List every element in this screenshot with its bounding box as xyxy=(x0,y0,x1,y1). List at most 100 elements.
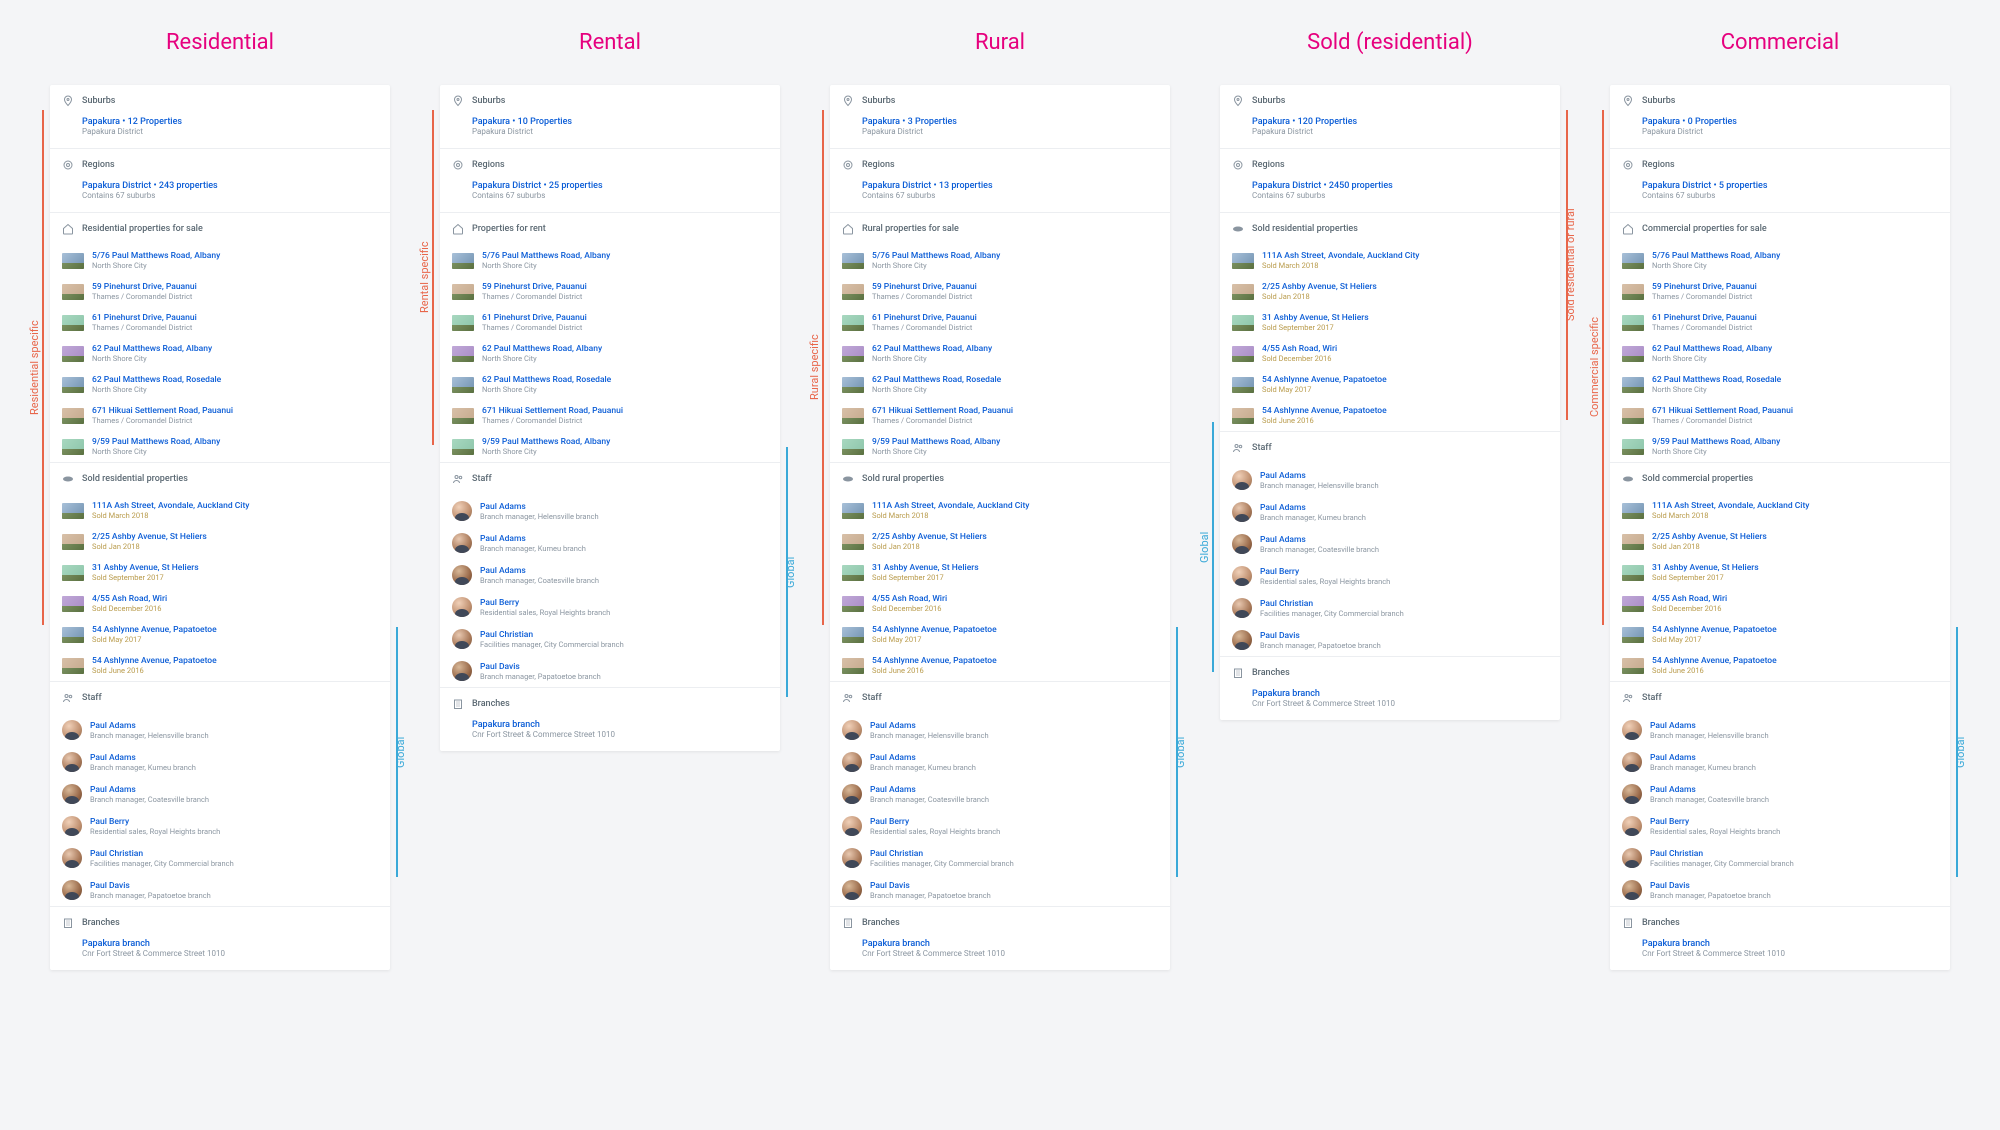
listing-row[interactable]: 54 Ashlynne Avenue, PapatoetoeSold June … xyxy=(1220,400,1560,431)
staff-row[interactable]: Paul AdamsBranch manager, Kumeu branch xyxy=(440,527,780,559)
listing-row[interactable]: 31 Ashby Avenue, St HeliersSold Septembe… xyxy=(1610,557,1950,588)
listing-thumbnail xyxy=(62,658,84,674)
listing-row[interactable]: 59 Pinehurst Drive, PauanuiThames / Coro… xyxy=(440,276,780,307)
staff-row[interactable]: Paul AdamsBranch manager, Kumeu branch xyxy=(1220,496,1560,528)
result-link[interactable]: Papakura branchCnr Fort Street & Commerc… xyxy=(472,720,768,739)
listing-row[interactable]: 111A Ash Street, Avondale, Auckland City… xyxy=(50,495,390,526)
result-link[interactable]: Papakura District • 2450 propertiesConta… xyxy=(1252,181,1548,200)
listing-row[interactable]: 671 Hikuai Settlement Road, PauanuiThame… xyxy=(50,400,390,431)
listing-row[interactable]: 5/76 Paul Matthews Road, AlbanyNorth Sho… xyxy=(50,245,390,276)
listing-row[interactable]: 9/59 Paul Matthews Road, AlbanyNorth Sho… xyxy=(50,431,390,462)
listing-row[interactable]: 54 Ashlynne Avenue, PapatoetoeSold June … xyxy=(50,650,390,681)
listing-row[interactable]: 54 Ashlynne Avenue, PapatoetoeSold June … xyxy=(1610,650,1950,681)
result-link[interactable]: Papakura branchCnr Fort Street & Commerc… xyxy=(1642,939,1938,958)
listing-row[interactable]: 5/76 Paul Matthews Road, AlbanyNorth Sho… xyxy=(1610,245,1950,276)
staff-row[interactable]: Paul DavisBranch manager, Papatoetoe bra… xyxy=(440,655,780,687)
listing-row[interactable]: 62 Paul Matthews Road, RosedaleNorth Sho… xyxy=(1610,369,1950,400)
result-link[interactable]: Papakura branchCnr Fort Street & Commerc… xyxy=(1252,689,1548,708)
staff-row[interactable]: Paul AdamsBranch manager, Kumeu branch xyxy=(50,746,390,778)
listing-row[interactable]: 61 Pinehurst Drive, PauanuiThames / Coro… xyxy=(1610,307,1950,338)
listing-row[interactable]: 62 Paul Matthews Road, RosedaleNorth Sho… xyxy=(830,369,1170,400)
result-link[interactable]: Papakura District • 243 propertiesContai… xyxy=(82,181,378,200)
listing-row[interactable]: 61 Pinehurst Drive, PauanuiThames / Coro… xyxy=(50,307,390,338)
listing-row[interactable]: 54 Ashlynne Avenue, PapatoetoeSold May 2… xyxy=(1610,619,1950,650)
listing-row[interactable]: 111A Ash Street, Avondale, Auckland City… xyxy=(1220,245,1560,276)
listing-row[interactable]: 62 Paul Matthews Road, AlbanyNorth Shore… xyxy=(50,338,390,369)
result-link[interactable]: Papakura District • 5 propertiesContains… xyxy=(1642,181,1938,200)
listing-row[interactable]: 9/59 Paul Matthews Road, AlbanyNorth Sho… xyxy=(440,431,780,462)
staff-row[interactable]: Paul DavisBranch manager, Papatoetoe bra… xyxy=(830,874,1170,906)
listing-row[interactable]: 4/55 Ash Road, WiriSold December 2016 xyxy=(1610,588,1950,619)
staff-row[interactable]: Paul AdamsBranch manager, Coatesville br… xyxy=(440,559,780,591)
result-link[interactable]: Papakura • 12 PropertiesPapakura Distric… xyxy=(82,117,378,136)
result-link[interactable]: Papakura • 120 PropertiesPapakura Distri… xyxy=(1252,117,1548,136)
listing-row[interactable]: 54 Ashlynne Avenue, PapatoetoeSold May 2… xyxy=(50,619,390,650)
listing-row[interactable]: 9/59 Paul Matthews Road, AlbanyNorth Sho… xyxy=(1610,431,1950,462)
staff-row[interactable]: Paul AdamsBranch manager, Coatesville br… xyxy=(1220,528,1560,560)
staff-row[interactable]: Paul DavisBranch manager, Papatoetoe bra… xyxy=(1220,624,1560,656)
listing-row[interactable]: 5/76 Paul Matthews Road, AlbanyNorth Sho… xyxy=(440,245,780,276)
listing-row[interactable]: 31 Ashby Avenue, St HeliersSold Septembe… xyxy=(1220,307,1560,338)
listing-row[interactable]: 54 Ashlynne Avenue, PapatoetoeSold May 2… xyxy=(830,619,1170,650)
staff-row[interactable]: Paul ChristianFacilities manager, City C… xyxy=(440,623,780,655)
staff-text: Paul ChristianFacilities manager, City C… xyxy=(870,849,1158,868)
listing-row[interactable]: 2/25 Ashby Avenue, St HeliersSold Jan 20… xyxy=(830,526,1170,557)
listing-row[interactable]: 31 Ashby Avenue, St HeliersSold Septembe… xyxy=(50,557,390,588)
staff-row[interactable]: Paul AdamsBranch manager, Coatesville br… xyxy=(1610,778,1950,810)
listing-primary: 62 Paul Matthews Road, Albany xyxy=(482,344,768,354)
listing-row[interactable]: 61 Pinehurst Drive, PauanuiThames / Coro… xyxy=(830,307,1170,338)
listing-row[interactable]: 61 Pinehurst Drive, PauanuiThames / Coro… xyxy=(440,307,780,338)
result-link[interactable]: Papakura • 0 PropertiesPapakura District xyxy=(1642,117,1938,136)
staff-row[interactable]: Paul AdamsBranch manager, Helensville br… xyxy=(440,495,780,527)
listing-row[interactable]: 5/76 Paul Matthews Road, AlbanyNorth Sho… xyxy=(830,245,1170,276)
listing-row[interactable]: 54 Ashlynne Avenue, PapatoetoeSold June … xyxy=(830,650,1170,681)
listing-row[interactable]: 111A Ash Street, Avondale, Auckland City… xyxy=(1610,495,1950,526)
staff-row[interactable]: Paul AdamsBranch manager, Coatesville br… xyxy=(830,778,1170,810)
staff-row[interactable]: Paul ChristianFacilities manager, City C… xyxy=(1220,592,1560,624)
listing-row[interactable]: 671 Hikuai Settlement Road, PauanuiThame… xyxy=(1610,400,1950,431)
listing-row[interactable]: 62 Paul Matthews Road, AlbanyNorth Shore… xyxy=(440,338,780,369)
listing-row[interactable]: 4/55 Ash Road, WiriSold December 2016 xyxy=(50,588,390,619)
staff-row[interactable]: Paul AdamsBranch manager, Kumeu branch xyxy=(830,746,1170,778)
listing-row[interactable]: 62 Paul Matthews Road, AlbanyNorth Shore… xyxy=(1610,338,1950,369)
staff-row[interactable]: Paul AdamsBranch manager, Coatesville br… xyxy=(50,778,390,810)
result-link[interactable]: Papakura • 10 PropertiesPapakura Distric… xyxy=(472,117,768,136)
staff-row[interactable]: Paul AdamsBranch manager, Kumeu branch xyxy=(1610,746,1950,778)
staff-row[interactable]: Paul ChristianFacilities manager, City C… xyxy=(830,842,1170,874)
listing-row[interactable]: 31 Ashby Avenue, St HeliersSold Septembe… xyxy=(830,557,1170,588)
staff-row[interactable]: Paul DavisBranch manager, Papatoetoe bra… xyxy=(50,874,390,906)
listing-row[interactable]: 4/55 Ash Road, WiriSold December 2016 xyxy=(1220,338,1560,369)
staff-row[interactable]: Paul DavisBranch manager, Papatoetoe bra… xyxy=(1610,874,1950,906)
listing-row[interactable]: 671 Hikuai Settlement Road, PauanuiThame… xyxy=(830,400,1170,431)
listing-row[interactable]: 2/25 Ashby Avenue, St HeliersSold Jan 20… xyxy=(1220,276,1560,307)
result-link[interactable]: Papakura branchCnr Fort Street & Commerc… xyxy=(82,939,378,958)
staff-row[interactable]: Paul BerryResidential sales, Royal Heigh… xyxy=(50,810,390,842)
listing-row[interactable]: 59 Pinehurst Drive, PauanuiThames / Coro… xyxy=(830,276,1170,307)
staff-row[interactable]: Paul AdamsBranch manager, Helensville br… xyxy=(830,714,1170,746)
listing-row[interactable]: 54 Ashlynne Avenue, PapatoetoeSold May 2… xyxy=(1220,369,1560,400)
listing-row[interactable]: 59 Pinehurst Drive, PauanuiThames / Coro… xyxy=(1610,276,1950,307)
listing-row[interactable]: 111A Ash Street, Avondale, Auckland City… xyxy=(830,495,1170,526)
staff-row[interactable]: Paul BerryResidential sales, Royal Heigh… xyxy=(830,810,1170,842)
listing-row[interactable]: 62 Paul Matthews Road, RosedaleNorth Sho… xyxy=(440,369,780,400)
staff-row[interactable]: Paul BerryResidential sales, Royal Heigh… xyxy=(440,591,780,623)
staff-row[interactable]: Paul BerryResidential sales, Royal Heigh… xyxy=(1610,810,1950,842)
staff-row[interactable]: Paul AdamsBranch manager, Helensville br… xyxy=(50,714,390,746)
listing-row[interactable]: 671 Hikuai Settlement Road, PauanuiThame… xyxy=(440,400,780,431)
listing-row[interactable]: 59 Pinehurst Drive, PauanuiThames / Coro… xyxy=(50,276,390,307)
staff-row[interactable]: Paul BerryResidential sales, Royal Heigh… xyxy=(1220,560,1560,592)
result-link[interactable]: Papakura • 3 PropertiesPapakura District xyxy=(862,117,1158,136)
staff-row[interactable]: Paul AdamsBranch manager, Helensville br… xyxy=(1610,714,1950,746)
listing-row[interactable]: 9/59 Paul Matthews Road, AlbanyNorth Sho… xyxy=(830,431,1170,462)
staff-row[interactable]: Paul ChristianFacilities manager, City C… xyxy=(1610,842,1950,874)
listing-row[interactable]: 4/55 Ash Road, WiriSold December 2016 xyxy=(830,588,1170,619)
listing-row[interactable]: 62 Paul Matthews Road, AlbanyNorth Shore… xyxy=(830,338,1170,369)
listing-row[interactable]: 2/25 Ashby Avenue, St HeliersSold Jan 20… xyxy=(50,526,390,557)
listing-row[interactable]: 62 Paul Matthews Road, RosedaleNorth Sho… xyxy=(50,369,390,400)
listing-row[interactable]: 2/25 Ashby Avenue, St HeliersSold Jan 20… xyxy=(1610,526,1950,557)
result-link[interactable]: Papakura branchCnr Fort Street & Commerc… xyxy=(862,939,1158,958)
result-link[interactable]: Papakura District • 13 propertiesContain… xyxy=(862,181,1158,200)
staff-row[interactable]: Paul ChristianFacilities manager, City C… xyxy=(50,842,390,874)
staff-row[interactable]: Paul AdamsBranch manager, Helensville br… xyxy=(1220,464,1560,496)
result-link[interactable]: Papakura District • 25 propertiesContain… xyxy=(472,181,768,200)
